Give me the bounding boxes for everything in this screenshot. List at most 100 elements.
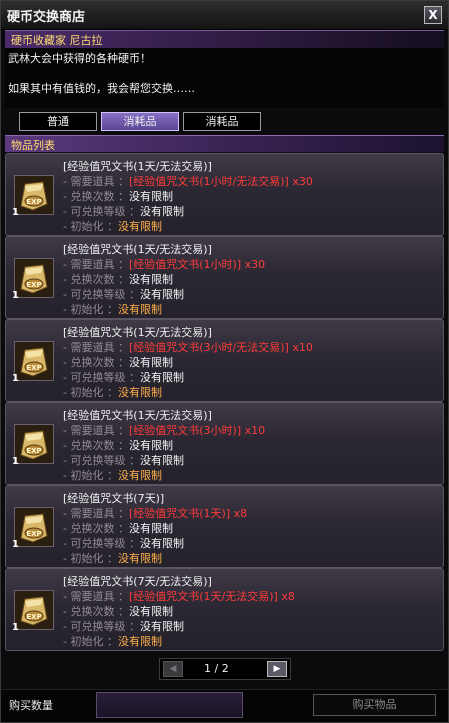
shop-item-row[interactable]: EXP 1 [经验值咒文书(1天/无法交易)] - 需要道具 ：[经验值咒文书(1小时… <box>5 153 444 236</box>
shop-item-row[interactable]: EXP 1 [经验值咒文书(7天/无法交易)] - 需要道具 ：[经验值咒文书(1天/… <box>5 568 444 651</box>
item-list-title: 物品列表 <box>11 139 55 152</box>
exp-scroll-icon[interactable]: EXP <box>14 590 54 630</box>
exchange-count-row: - 兑换次数 ：没有限制 <box>63 354 173 370</box>
title-bar[interactable]: 硬币交换商店 X <box>1 1 448 30</box>
init-label: - 初始化 ： <box>63 303 118 316</box>
required-item-value: [经验值咒文书(1天/无法交易)] x8 <box>128 590 295 603</box>
prev-page-button[interactable]: ◀ <box>163 661 183 677</box>
svg-text:EXP: EXP <box>26 447 41 455</box>
dialog-line: 武林大会中获得的各种硬币！ <box>8 52 151 65</box>
shop-item-row[interactable]: EXP 1 [经验值咒文书(1天/无法交易)] - 需要道具 ：[经验值咒文书(1小时… <box>5 236 444 319</box>
shop-item-row[interactable]: EXP 1 [经验值咒文书(7天)] - 需要道具 ：[经验值咒文书(1天)] x8-… <box>5 485 444 568</box>
exchange-level-value: 没有限制 <box>139 288 184 301</box>
init-row: - 初始化 ：没有限制 <box>63 467 162 483</box>
exchange-level-row: - 可兑换等级 ：没有限制 <box>63 535 184 551</box>
exchange-count-label: - 兑换次数 ： <box>63 439 129 452</box>
item-name: [经验值咒文书(1天/无法交易)] <box>63 160 212 173</box>
exp-scroll-icon[interactable]: EXP <box>14 258 54 298</box>
required-item-row: - 需要道具 ：[经验值咒文书(3小时)] x10 <box>63 422 265 438</box>
item-quantity: 1 <box>12 207 19 218</box>
exchange-level-value: 没有限制 <box>139 620 184 633</box>
next-page-button[interactable]: ▶ <box>267 661 287 677</box>
item-name: [经验值咒文书(7天/无法交易)] <box>63 575 212 588</box>
required-item-value: [经验值咒文书(1小时)] x30 <box>128 258 266 271</box>
item-list: EXP 1 [经验值咒文书(1天/无法交易)] - 需要道具 ：[经验值咒文书(1小时… <box>5 153 444 653</box>
exp-scroll-icon[interactable]: EXP <box>14 175 54 215</box>
required-item-row: - 需要道具 ：[经验值咒文书(1天)] x8 <box>63 505 247 521</box>
exchange-level-label: - 可兑换等级 ： <box>63 454 140 467</box>
buy-item-button[interactable]: 购买物品 <box>313 694 436 716</box>
exp-scroll-icon[interactable]: EXP <box>14 341 54 381</box>
required-label: - 需要道具 ： <box>63 424 129 437</box>
init-row: - 初始化 ：没有限制 <box>63 550 162 566</box>
exchange-level-label: - 可兑换等级 ： <box>63 537 140 550</box>
exchange-count-label: - 兑换次数 ： <box>63 356 129 369</box>
tab-consumable[interactable]: 消耗品 <box>183 112 261 131</box>
item-quantity: 1 <box>12 290 19 301</box>
init-row: - 初始化 ：没有限制 <box>63 633 162 649</box>
init-row: - 初始化 ：没有限制 <box>63 384 162 400</box>
exchange-count-label: - 兑换次数 ： <box>63 605 129 618</box>
exchange-count-label: - 兑换次数 ： <box>63 273 129 286</box>
exchange-level-value: 没有限制 <box>139 371 184 384</box>
purchase-quantity-input[interactable] <box>96 692 243 718</box>
init-value: 没有限制 <box>117 386 162 399</box>
exchange-count-row: - 兑换次数 ：没有限制 <box>63 271 173 287</box>
pagination: ◀ 1 / 2 ▶ <box>159 658 291 680</box>
exchange-count-label: - 兑换次数 ： <box>63 522 129 535</box>
coin-shop-window: 硬币交换商店 X 硬币收藏家 尼古拉 武林大会中获得的各种硬币！ 如果其中有值钱… <box>0 0 449 723</box>
window-title: 硬币交换商店 <box>7 10 86 25</box>
exchange-count-row: - 兑换次数 ：没有限制 <box>63 520 173 536</box>
init-label: - 初始化 ： <box>63 220 118 233</box>
required-label: - 需要道具 ： <box>63 175 129 188</box>
required-label: - 需要道具 ： <box>63 507 129 520</box>
required-item-value: [经验值咒文书(1小时/无法交易)] x30 <box>128 175 313 188</box>
item-quantity: 1 <box>12 539 19 550</box>
dialog-line: 如果其中有值钱的，我会帮您交换…… <box>8 82 195 95</box>
exchange-count-row: - 兑换次数 ：没有限制 <box>63 603 173 619</box>
required-item-row: - 需要道具 ：[经验值咒文书(1小时/无法交易)] x30 <box>63 173 313 189</box>
exchange-level-label: - 可兑换等级 ： <box>63 288 140 301</box>
tab-normal[interactable]: 普通 <box>19 112 97 131</box>
init-row: - 初始化 ：没有限制 <box>63 301 162 317</box>
required-label: - 需要道具 ： <box>63 590 129 603</box>
init-label: - 初始化 ： <box>63 552 118 565</box>
exchange-count-row: - 兑换次数 ：没有限制 <box>63 437 173 453</box>
npc-dialog: 武林大会中获得的各种硬币！ 如果其中有值钱的，我会帮您交换…… <box>5 48 444 108</box>
init-value: 没有限制 <box>117 303 162 316</box>
init-label: - 初始化 ： <box>63 386 118 399</box>
exchange-level-row: - 可兑换等级 ：没有限制 <box>63 452 184 468</box>
init-label: - 初始化 ： <box>63 469 118 482</box>
exp-scroll-icon[interactable]: EXP <box>14 507 54 547</box>
exchange-count-row: - 兑换次数 ：没有限制 <box>63 188 173 204</box>
exchange-level-value: 没有限制 <box>139 537 184 550</box>
required-item-value: [经验值咒文书(3小时/无法交易)] x10 <box>128 341 313 354</box>
item-name: [经验值咒文书(1天/无法交易)] <box>63 409 212 422</box>
init-value: 没有限制 <box>117 635 162 648</box>
exchange-level-label: - 可兑换等级 ： <box>63 205 140 218</box>
close-button[interactable]: X <box>424 6 442 24</box>
init-value: 没有限制 <box>117 469 162 482</box>
tab-consumable-active[interactable]: 消耗品 <box>101 112 179 131</box>
required-item-value: [经验值咒文书(3小时)] x10 <box>128 424 266 437</box>
exchange-level-row: - 可兑换等级 ：没有限制 <box>63 369 184 385</box>
exp-scroll-icon[interactable]: EXP <box>14 424 54 464</box>
item-quantity: 1 <box>12 622 19 633</box>
svg-text:EXP: EXP <box>26 530 41 538</box>
required-label: - 需要道具 ： <box>63 341 129 354</box>
svg-text:EXP: EXP <box>26 613 41 621</box>
exchange-level-value: 没有限制 <box>139 454 184 467</box>
required-label: - 需要道具 ： <box>63 258 129 271</box>
item-quantity: 1 <box>12 456 19 467</box>
item-name: [经验值咒文书(1天/无法交易)] <box>63 326 212 339</box>
purchase-bar: 购买数量 购买物品 <box>1 689 448 722</box>
exchange-count-value: 没有限制 <box>128 522 173 535</box>
required-item-row: - 需要道具 ：[经验值咒文书(1天/无法交易)] x8 <box>63 588 295 604</box>
required-item-value: [经验值咒文书(1天)] x8 <box>128 507 248 520</box>
shop-item-row[interactable]: EXP 1 [经验值咒文书(1天/无法交易)] - 需要道具 ：[经验值咒文书(3小时… <box>5 402 444 485</box>
shop-item-row[interactable]: EXP 1 [经验值咒文书(1天/无法交易)] - 需要道具 ：[经验值咒文书(3小时… <box>5 319 444 402</box>
exchange-level-label: - 可兑换等级 ： <box>63 371 140 384</box>
exchange-level-row: - 可兑换等级 ：没有限制 <box>63 203 184 219</box>
init-label: - 初始化 ： <box>63 635 118 648</box>
svg-text:EXP: EXP <box>26 364 41 372</box>
